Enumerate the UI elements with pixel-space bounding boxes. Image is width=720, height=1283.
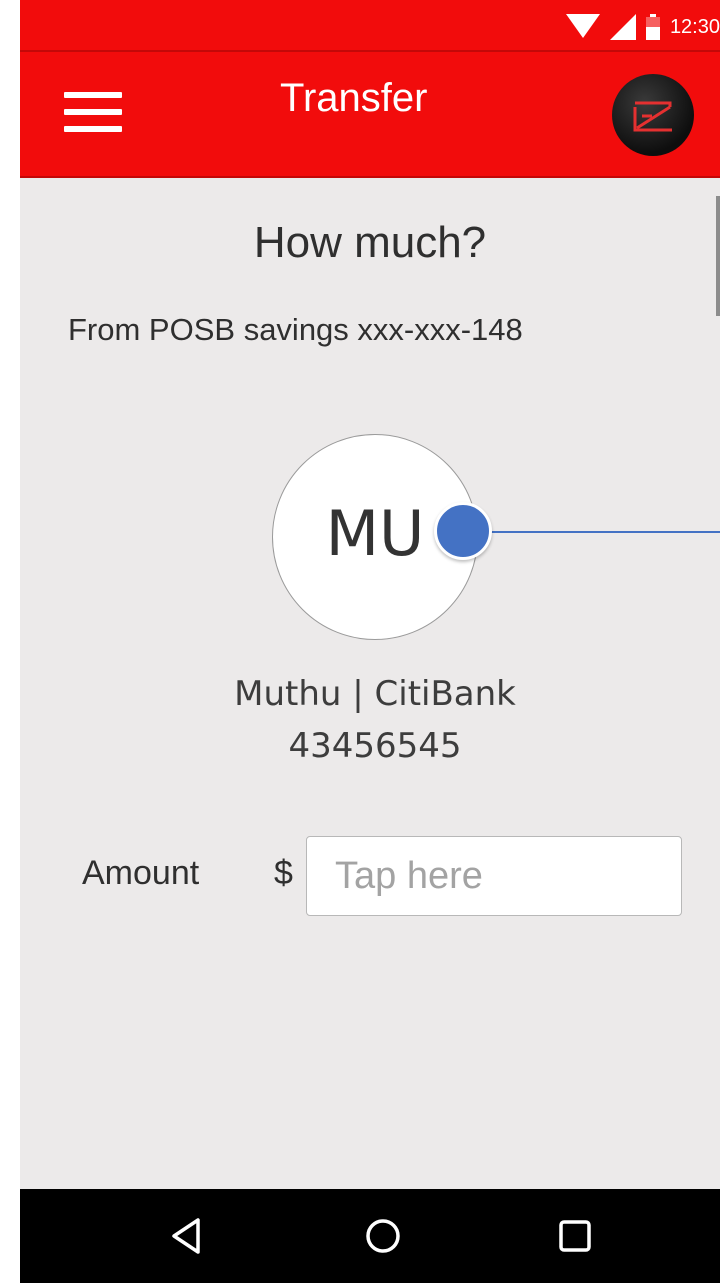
ez-logo-icon[interactable] xyxy=(612,74,694,156)
app-title: Transfer xyxy=(280,76,428,120)
phone-screen: 12:30 Transfer How much? From POSB savin… xyxy=(20,0,720,1283)
from-account-label: From POSB savings xxx-xxx-148 xyxy=(68,312,523,347)
currency-symbol: $ xyxy=(274,854,293,892)
page: 12:30 Transfer How much? From POSB savin… xyxy=(0,0,720,1283)
status-time: 12:30 xyxy=(669,15,720,38)
back-triangle-icon[interactable] xyxy=(162,1211,212,1261)
payee-name-bank: Muthu | CitiBank xyxy=(234,674,516,714)
status-icons: 12:30 xyxy=(565,12,720,42)
payee-details: Muthu | CitiBank 43456545 xyxy=(20,668,720,772)
wifi-icon xyxy=(565,14,600,38)
annotation-connector-line xyxy=(484,531,720,533)
home-circle-icon[interactable] xyxy=(358,1211,408,1261)
app-bar: Transfer xyxy=(20,52,720,178)
status-bar: 12:30 xyxy=(20,0,720,52)
amount-label: Amount xyxy=(82,854,200,892)
android-nav-bar xyxy=(20,1189,720,1283)
recents-square-icon[interactable] xyxy=(550,1211,600,1261)
amount-input[interactable] xyxy=(306,836,682,916)
battery-icon xyxy=(645,14,660,40)
signal-icon xyxy=(609,14,636,40)
payee-account-number: 43456545 xyxy=(288,726,462,766)
page-heading: How much? xyxy=(253,218,487,267)
annotation-marker-dot xyxy=(434,502,492,560)
logo-mark-icon xyxy=(633,101,672,132)
hamburger-menu-icon[interactable] xyxy=(64,92,122,132)
